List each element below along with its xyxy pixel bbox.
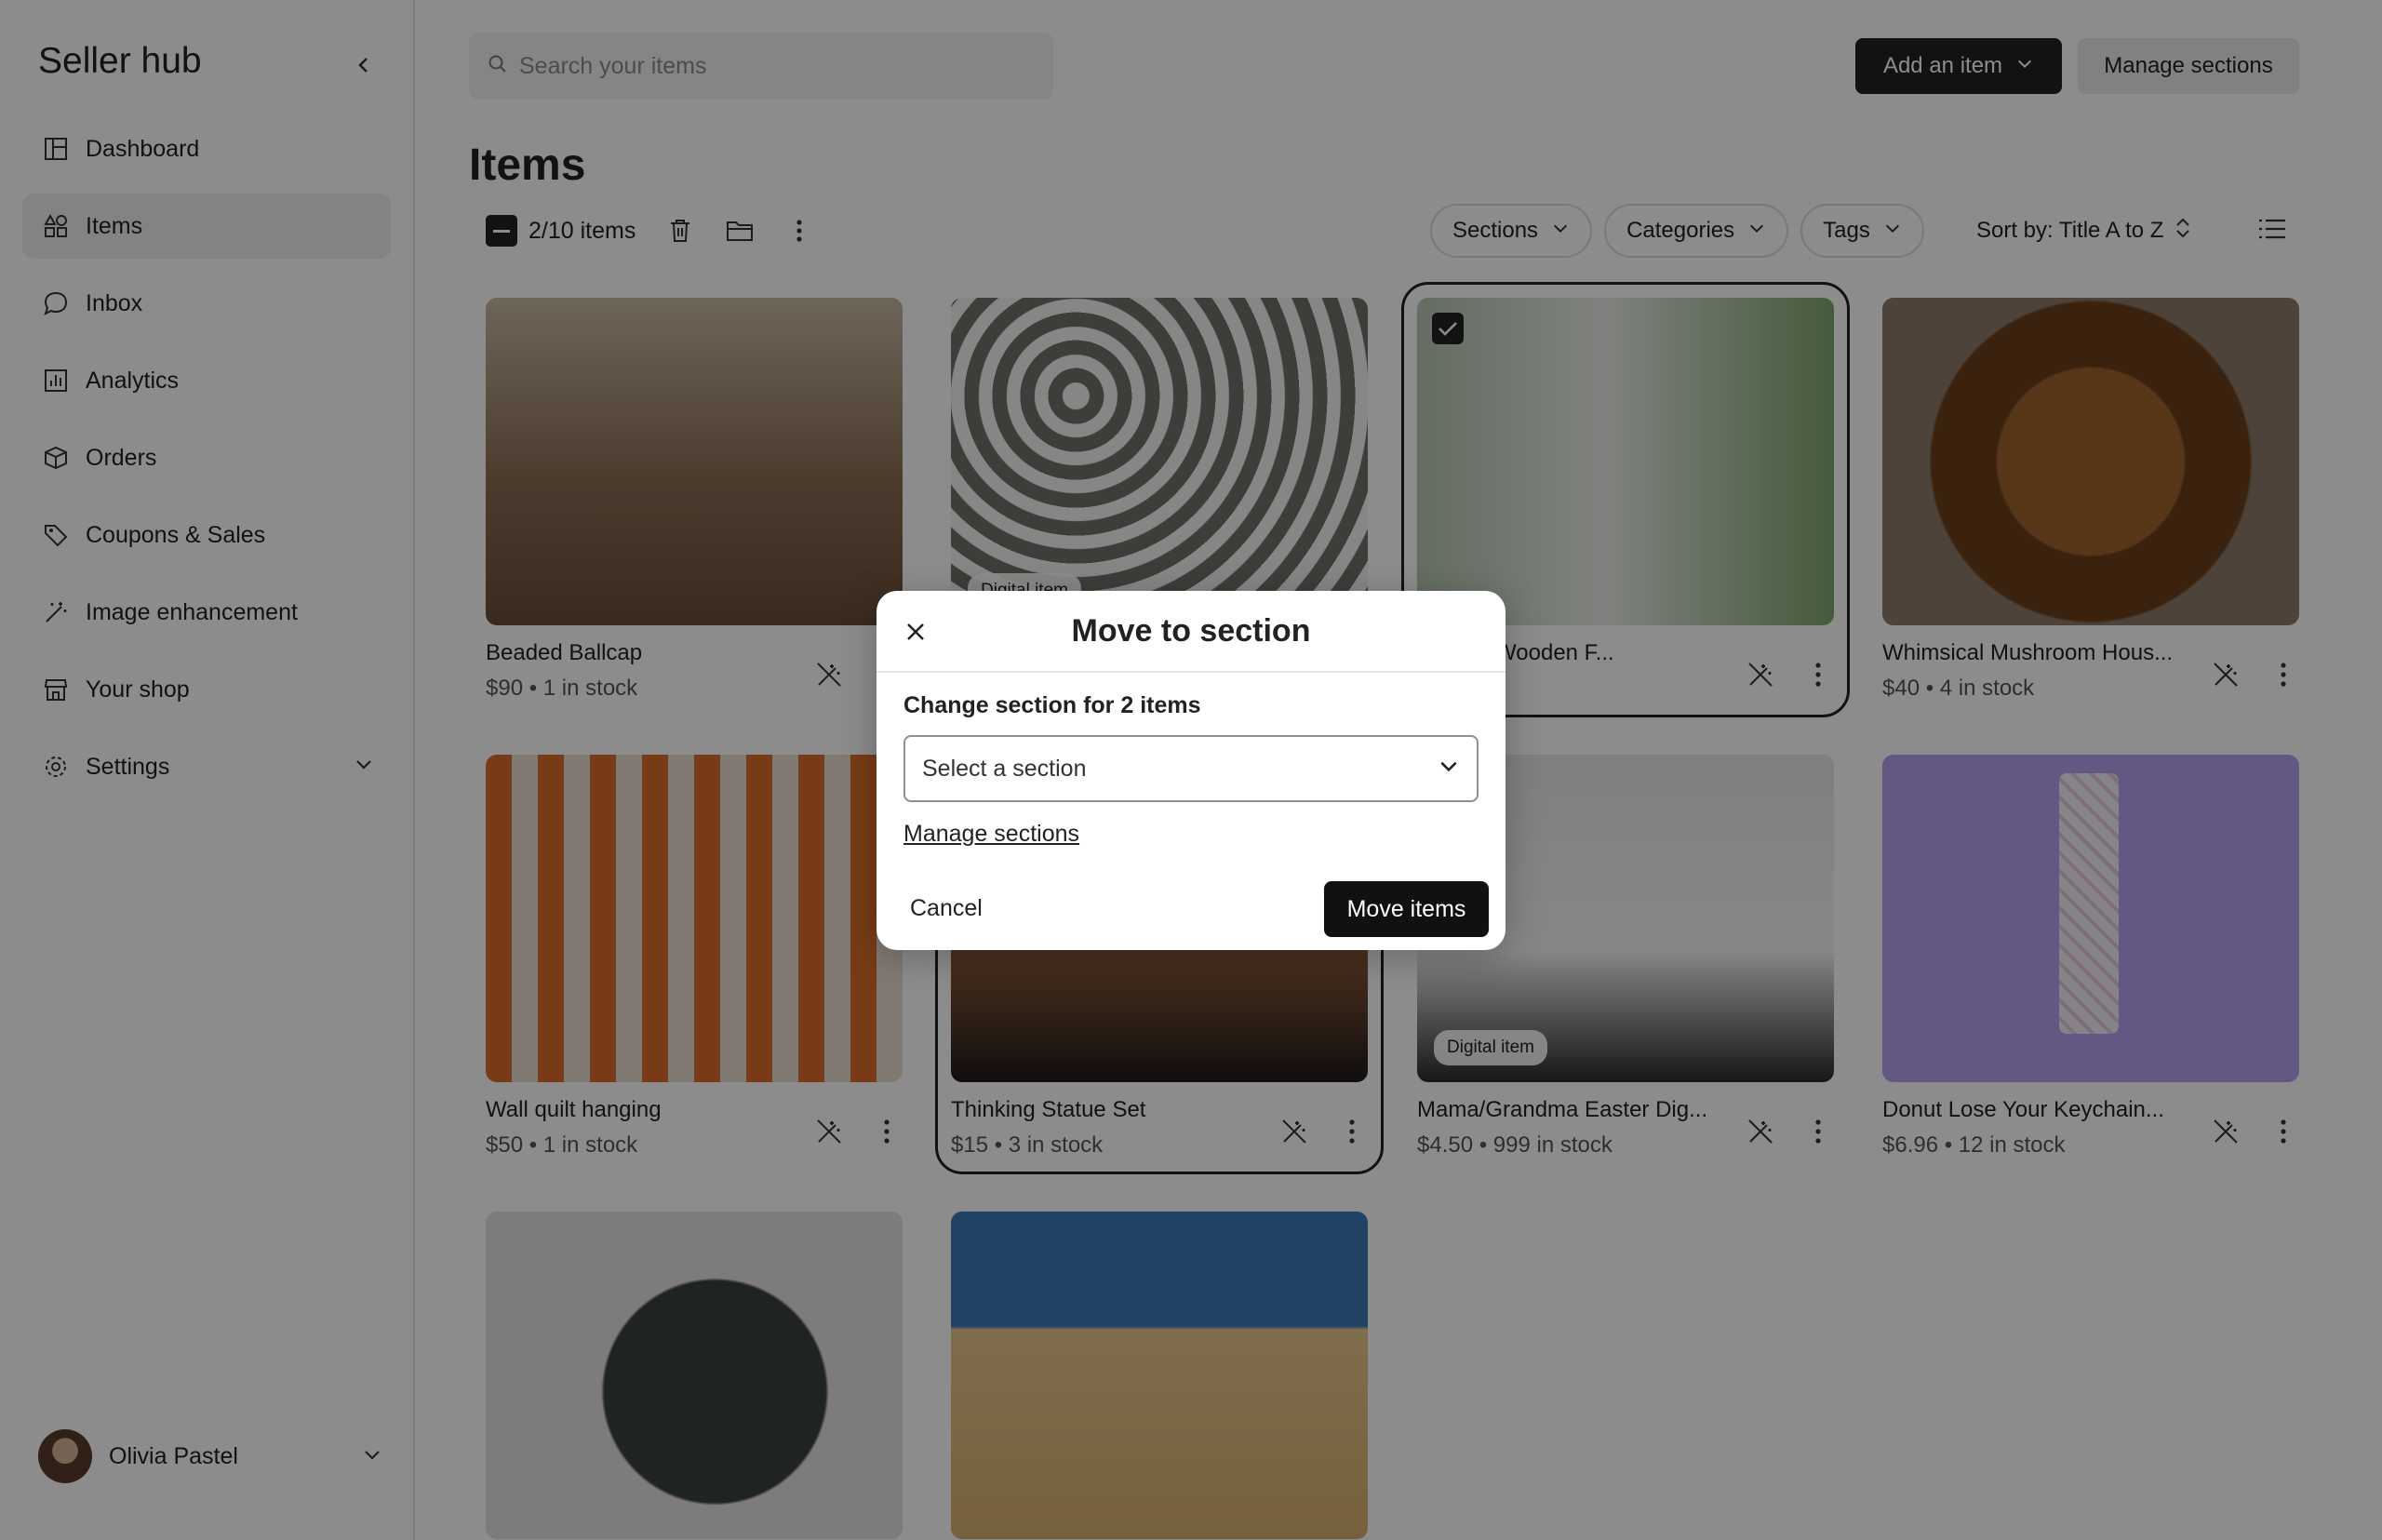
section-select-value: Select a section bbox=[922, 755, 1087, 782]
section-select[interactable]: Select a section bbox=[903, 735, 1479, 802]
move-to-section-dialog: Move to section Change section for 2 ite… bbox=[877, 591, 1505, 950]
manage-sections-link[interactable]: Manage sections bbox=[903, 821, 1079, 848]
dialog-subtitle: Change section for 2 items bbox=[903, 692, 1201, 718]
dialog-header: Move to section bbox=[877, 591, 1505, 673]
move-items-button[interactable]: Move items bbox=[1324, 881, 1489, 937]
cancel-button[interactable]: Cancel bbox=[901, 881, 992, 935]
dialog-title: Move to section bbox=[1071, 612, 1311, 649]
chevron-down-icon bbox=[1438, 755, 1460, 783]
close-icon[interactable] bbox=[897, 613, 934, 650]
